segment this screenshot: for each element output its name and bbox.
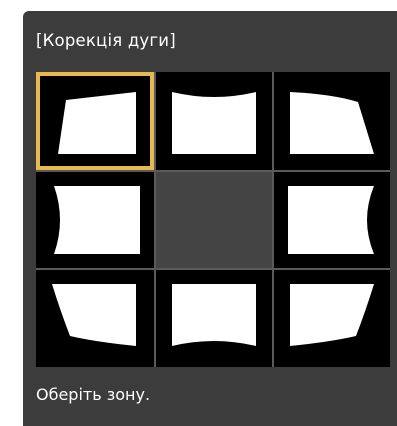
grid-divider [36, 170, 390, 172]
zone-bottom-left[interactable] [36, 270, 154, 367]
hint-text: Оберіть зону. [36, 385, 151, 404]
zone-grid [36, 72, 390, 367]
arc-bottom-right-icon [290, 284, 374, 346]
grid-divider [154, 72, 156, 367]
grid-divider [36, 268, 390, 270]
arc-left-icon [54, 186, 140, 254]
grid-divider [272, 72, 274, 367]
arc-top-right-icon [290, 92, 374, 154]
zone-right[interactable] [274, 172, 390, 268]
arc-bottom-left-icon [52, 284, 136, 346]
zone-top[interactable] [156, 72, 272, 170]
arc-right-icon [288, 186, 374, 254]
selection-highlight [36, 72, 154, 170]
zone-bottom-right[interactable] [274, 270, 390, 367]
zone-top-right[interactable] [274, 72, 390, 170]
arc-correction-dialog: [Корекція дуги] Оберіть зону. [23, 11, 397, 426]
zone-left[interactable] [36, 172, 154, 268]
arc-top-icon [172, 92, 256, 154]
zone-center [156, 172, 272, 268]
arc-bottom-icon [172, 284, 256, 346]
dialog-title: [Корекція дуги] [36, 31, 176, 50]
zone-bottom[interactable] [156, 270, 272, 367]
